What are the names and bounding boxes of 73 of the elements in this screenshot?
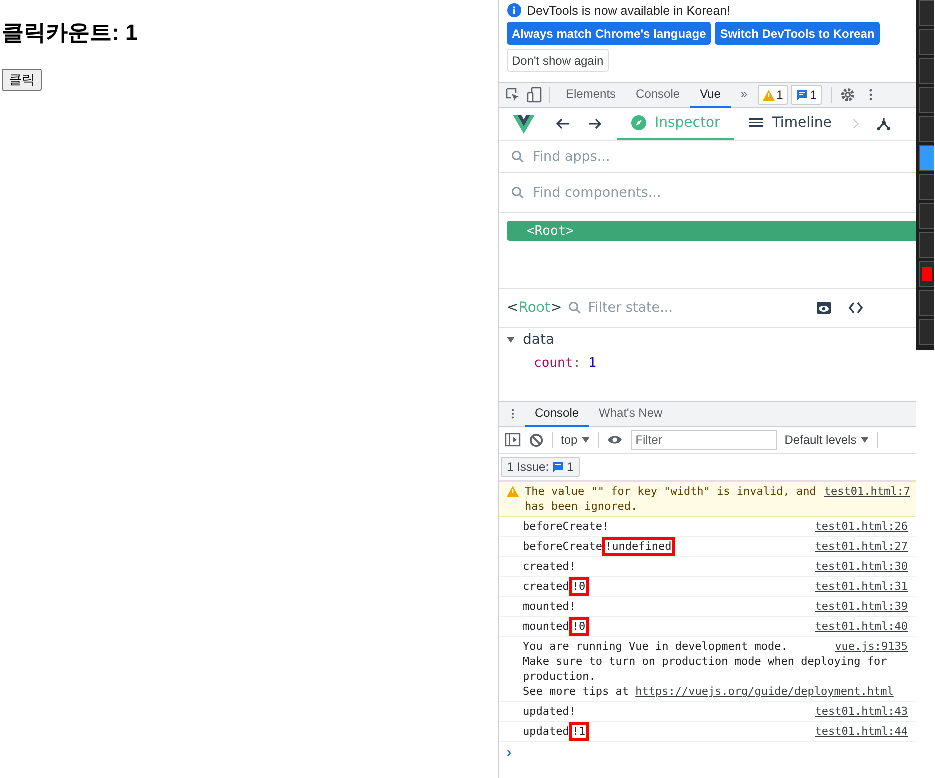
- forward-arrow-icon: [587, 116, 603, 132]
- click-button[interactable]: 클릭: [2, 69, 42, 91]
- message-text: mounted!: [523, 600, 576, 613]
- messages-counter[interactable]: 1: [791, 85, 822, 105]
- more-tabs-button[interactable]: »: [730, 82, 758, 108]
- devtools-tab[interactable]: Elements: [556, 82, 626, 108]
- console-prompt[interactable]: ›: [507, 744, 512, 760]
- vue-logo: [513, 114, 535, 134]
- devtools-tab[interactable]: Console: [626, 82, 690, 108]
- message-text: has been ignored.: [525, 500, 638, 513]
- issues-button[interactable]: 1 Issue: 1: [501, 457, 580, 477]
- info-icon: [507, 3, 522, 18]
- message-icon: [796, 89, 808, 101]
- highlighted-text: !undefined: [602, 537, 675, 556]
- device-toolbar-icon: [527, 87, 543, 103]
- color-swatch[interactable]: [919, 261, 934, 287]
- message-text: production.: [523, 670, 596, 683]
- sidebar-toggle-icon: [505, 432, 521, 448]
- message-text: beforeCreate: [523, 540, 602, 553]
- warning-icon: [507, 486, 519, 497]
- message-text: You are running Vue in development mode.: [523, 640, 788, 653]
- source-link[interactable]: test01.html:40: [815, 619, 908, 634]
- state-property: count: 1: [534, 356, 598, 371]
- source-link[interactable]: test01.html:31: [815, 579, 908, 594]
- infobar-button[interactable]: Always match Chrome's language: [507, 22, 712, 45]
- docs-link[interactable]: https://vuejs.org/guide/deployment.html: [636, 685, 894, 698]
- infobar-button[interactable]: Switch DevTools to Korean: [715, 22, 880, 45]
- infobar-message: DevTools is now available in Korean!: [527, 4, 731, 18]
- message-text: created: [523, 580, 570, 593]
- source-link[interactable]: test01.html:39: [815, 599, 908, 614]
- source-link[interactable]: test01.html:7: [824, 484, 910, 499]
- search-icon: [511, 186, 525, 200]
- settings-icon: [840, 87, 856, 103]
- warning-icon: [762, 90, 775, 100]
- drawer-tab[interactable]: Console: [525, 402, 590, 426]
- inspect-element-icon: [505, 87, 521, 103]
- message-text: updated!: [523, 705, 576, 718]
- back-arrow-icon: [555, 116, 571, 132]
- source-link[interactable]: vue.js:9135: [835, 639, 908, 654]
- search-icon: [511, 150, 525, 164]
- caret-icon: [582, 437, 590, 443]
- source-link[interactable]: test01.html:44: [815, 724, 908, 739]
- compass-icon: [631, 115, 647, 131]
- infobar-button[interactable]: Don't show again: [507, 49, 609, 72]
- eye-icon: [816, 300, 832, 316]
- caret-icon: [860, 437, 869, 443]
- source-link[interactable]: test01.html:43: [815, 704, 908, 719]
- selected-component-name: <Root>: [507, 300, 562, 316]
- highlighted-text: !1: [569, 722, 589, 741]
- search-icon: [568, 301, 582, 315]
- source-link[interactable]: test01.html:30: [815, 559, 908, 574]
- devtools-tab[interactable]: Vue: [690, 82, 731, 108]
- message-text: updated: [523, 725, 570, 738]
- log-levels-dropdown[interactable]: Default levels: [784, 433, 869, 447]
- clear-console-icon: [529, 432, 544, 448]
- component-graph-icon: [876, 116, 892, 132]
- timeline-tab[interactable]: Timeline: [734, 108, 846, 140]
- source-link[interactable]: test01.html:27: [815, 539, 908, 554]
- message-text: Make sure to turn on production mode when deploying for: [523, 655, 888, 668]
- message-text: mounted: [523, 620, 570, 633]
- drawer-tab[interactable]: What's New: [589, 402, 673, 426]
- page-heading: 클릭카운트: 1: [2, 19, 138, 47]
- message-icon: [552, 461, 564, 473]
- state-section-label: data: [523, 332, 555, 348]
- message-text: See more tips at: [523, 685, 630, 698]
- message-text: The value "" for key "width" is invalid, and: [525, 485, 816, 498]
- code-icon: [848, 300, 864, 316]
- message-text: beforeCreate!: [523, 520, 610, 533]
- console-filter-field[interactable]: Filter: [630, 430, 777, 450]
- context-selector[interactable]: top: [561, 433, 590, 447]
- warnings-counter[interactable]: 1: [758, 85, 788, 105]
- source-link[interactable]: test01.html:26: [815, 519, 908, 534]
- message-text: created!: [523, 560, 576, 573]
